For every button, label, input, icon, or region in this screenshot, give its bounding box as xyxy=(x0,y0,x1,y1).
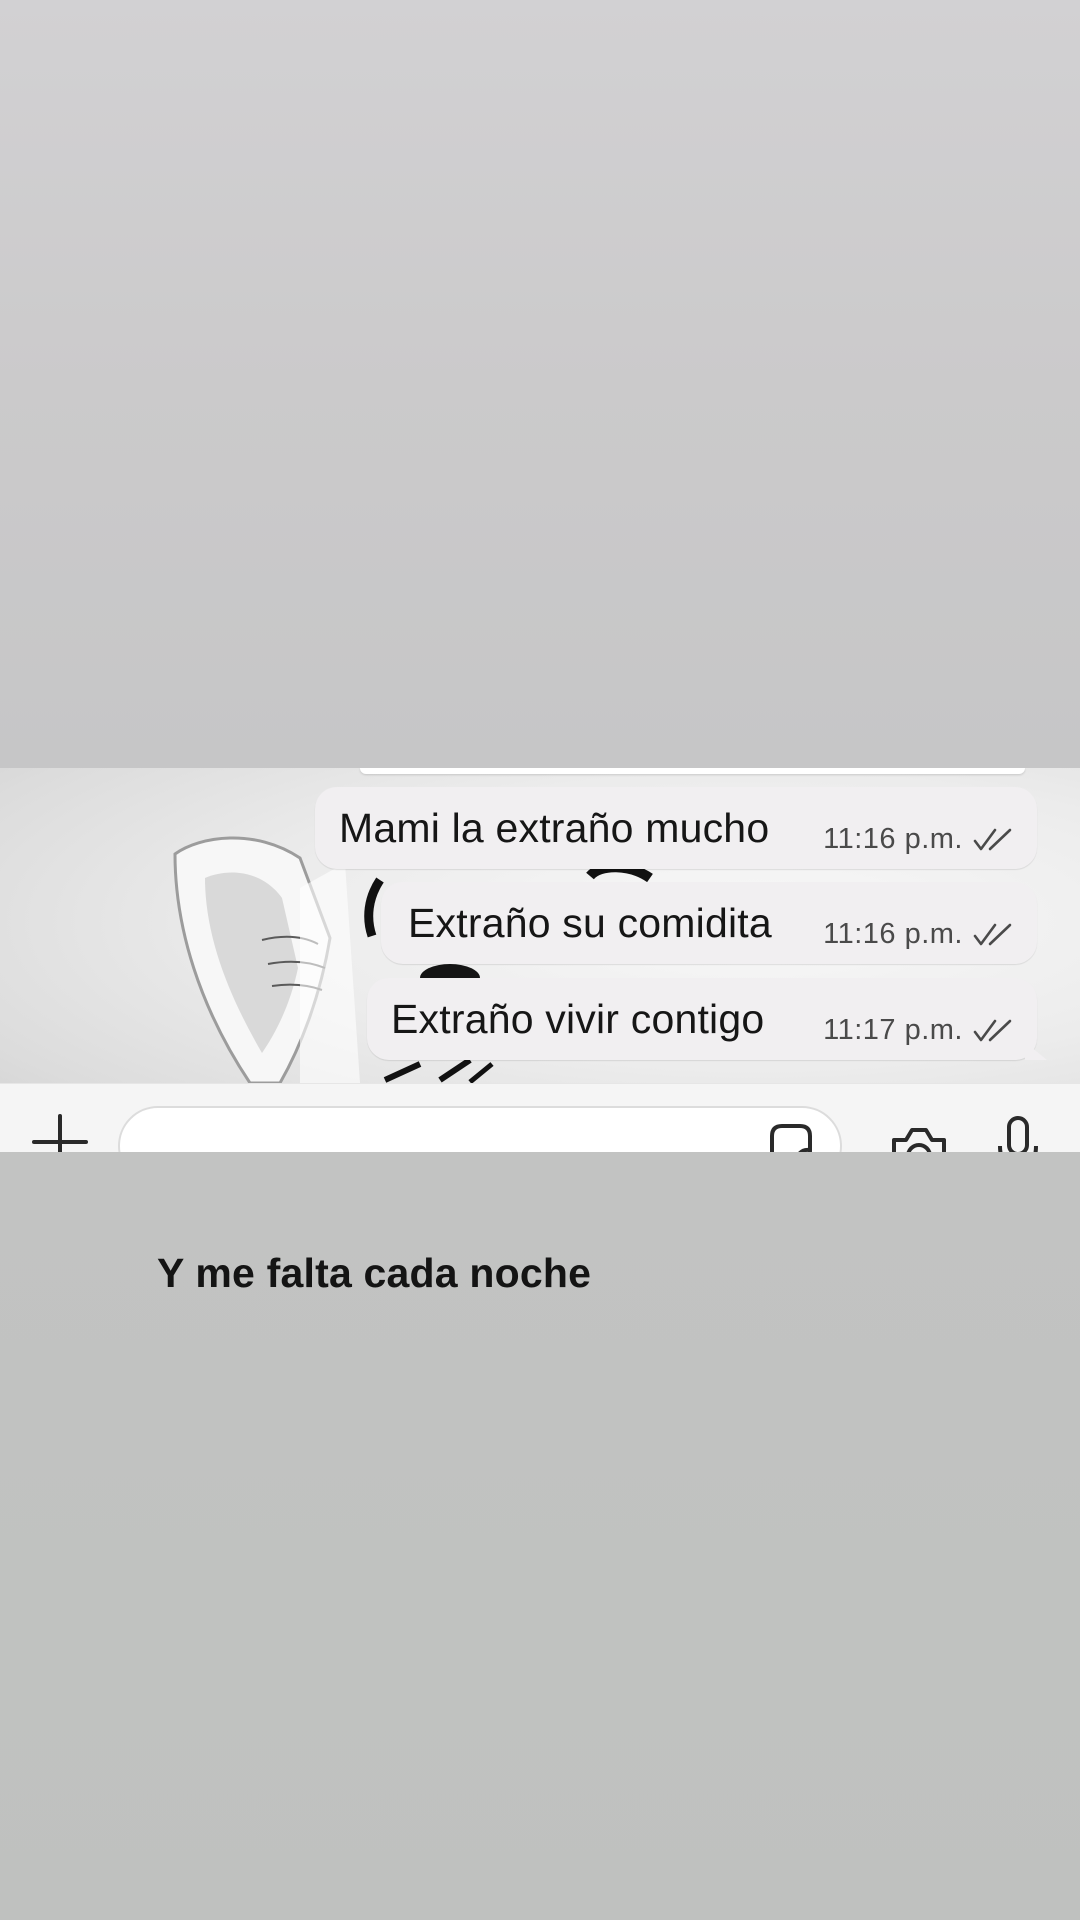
double-check-icon xyxy=(973,1019,1012,1042)
message-time: 11:16 p.m. xyxy=(823,918,963,950)
message-meta: 11:16 p.m. xyxy=(823,918,1015,951)
camera-icon[interactable] xyxy=(888,1124,950,1152)
previous-message-edge xyxy=(360,768,1025,774)
message-time: 11:16 p.m. xyxy=(823,823,963,855)
message-text: Mami la extraño mucho xyxy=(339,804,770,851)
story-caption: Y me falta cada noche xyxy=(157,1250,592,1296)
message-text: Extraño su comidita xyxy=(408,899,772,946)
message-input-bar xyxy=(0,1083,1080,1152)
microphone-icon[interactable] xyxy=(996,1114,1040,1152)
double-check-icon xyxy=(973,828,1012,851)
sticker-icon[interactable] xyxy=(764,1122,816,1152)
story-background-top xyxy=(0,0,1080,768)
chat-screenshot: Mami la extraño mucho 11:16 p.m. Extraño… xyxy=(0,768,1080,1152)
message-input[interactable] xyxy=(118,1106,842,1152)
message-bubble[interactable]: Extraño su comidita 11:16 p.m. xyxy=(381,882,1037,964)
message-meta: 11:16 p.m. xyxy=(823,823,1015,856)
message-time: 11:17 p.m. xyxy=(823,1014,963,1046)
double-check-icon xyxy=(973,923,1012,946)
plus-icon[interactable] xyxy=(30,1112,90,1152)
message-meta: 11:17 p.m. xyxy=(823,1014,1015,1047)
message-bubble[interactable]: Extraño vivir contigo 11:17 p.m. xyxy=(367,978,1037,1060)
message-bubble[interactable]: Mami la extraño mucho 11:16 p.m. xyxy=(315,787,1037,869)
message-text: Extraño vivir contigo xyxy=(391,995,765,1042)
